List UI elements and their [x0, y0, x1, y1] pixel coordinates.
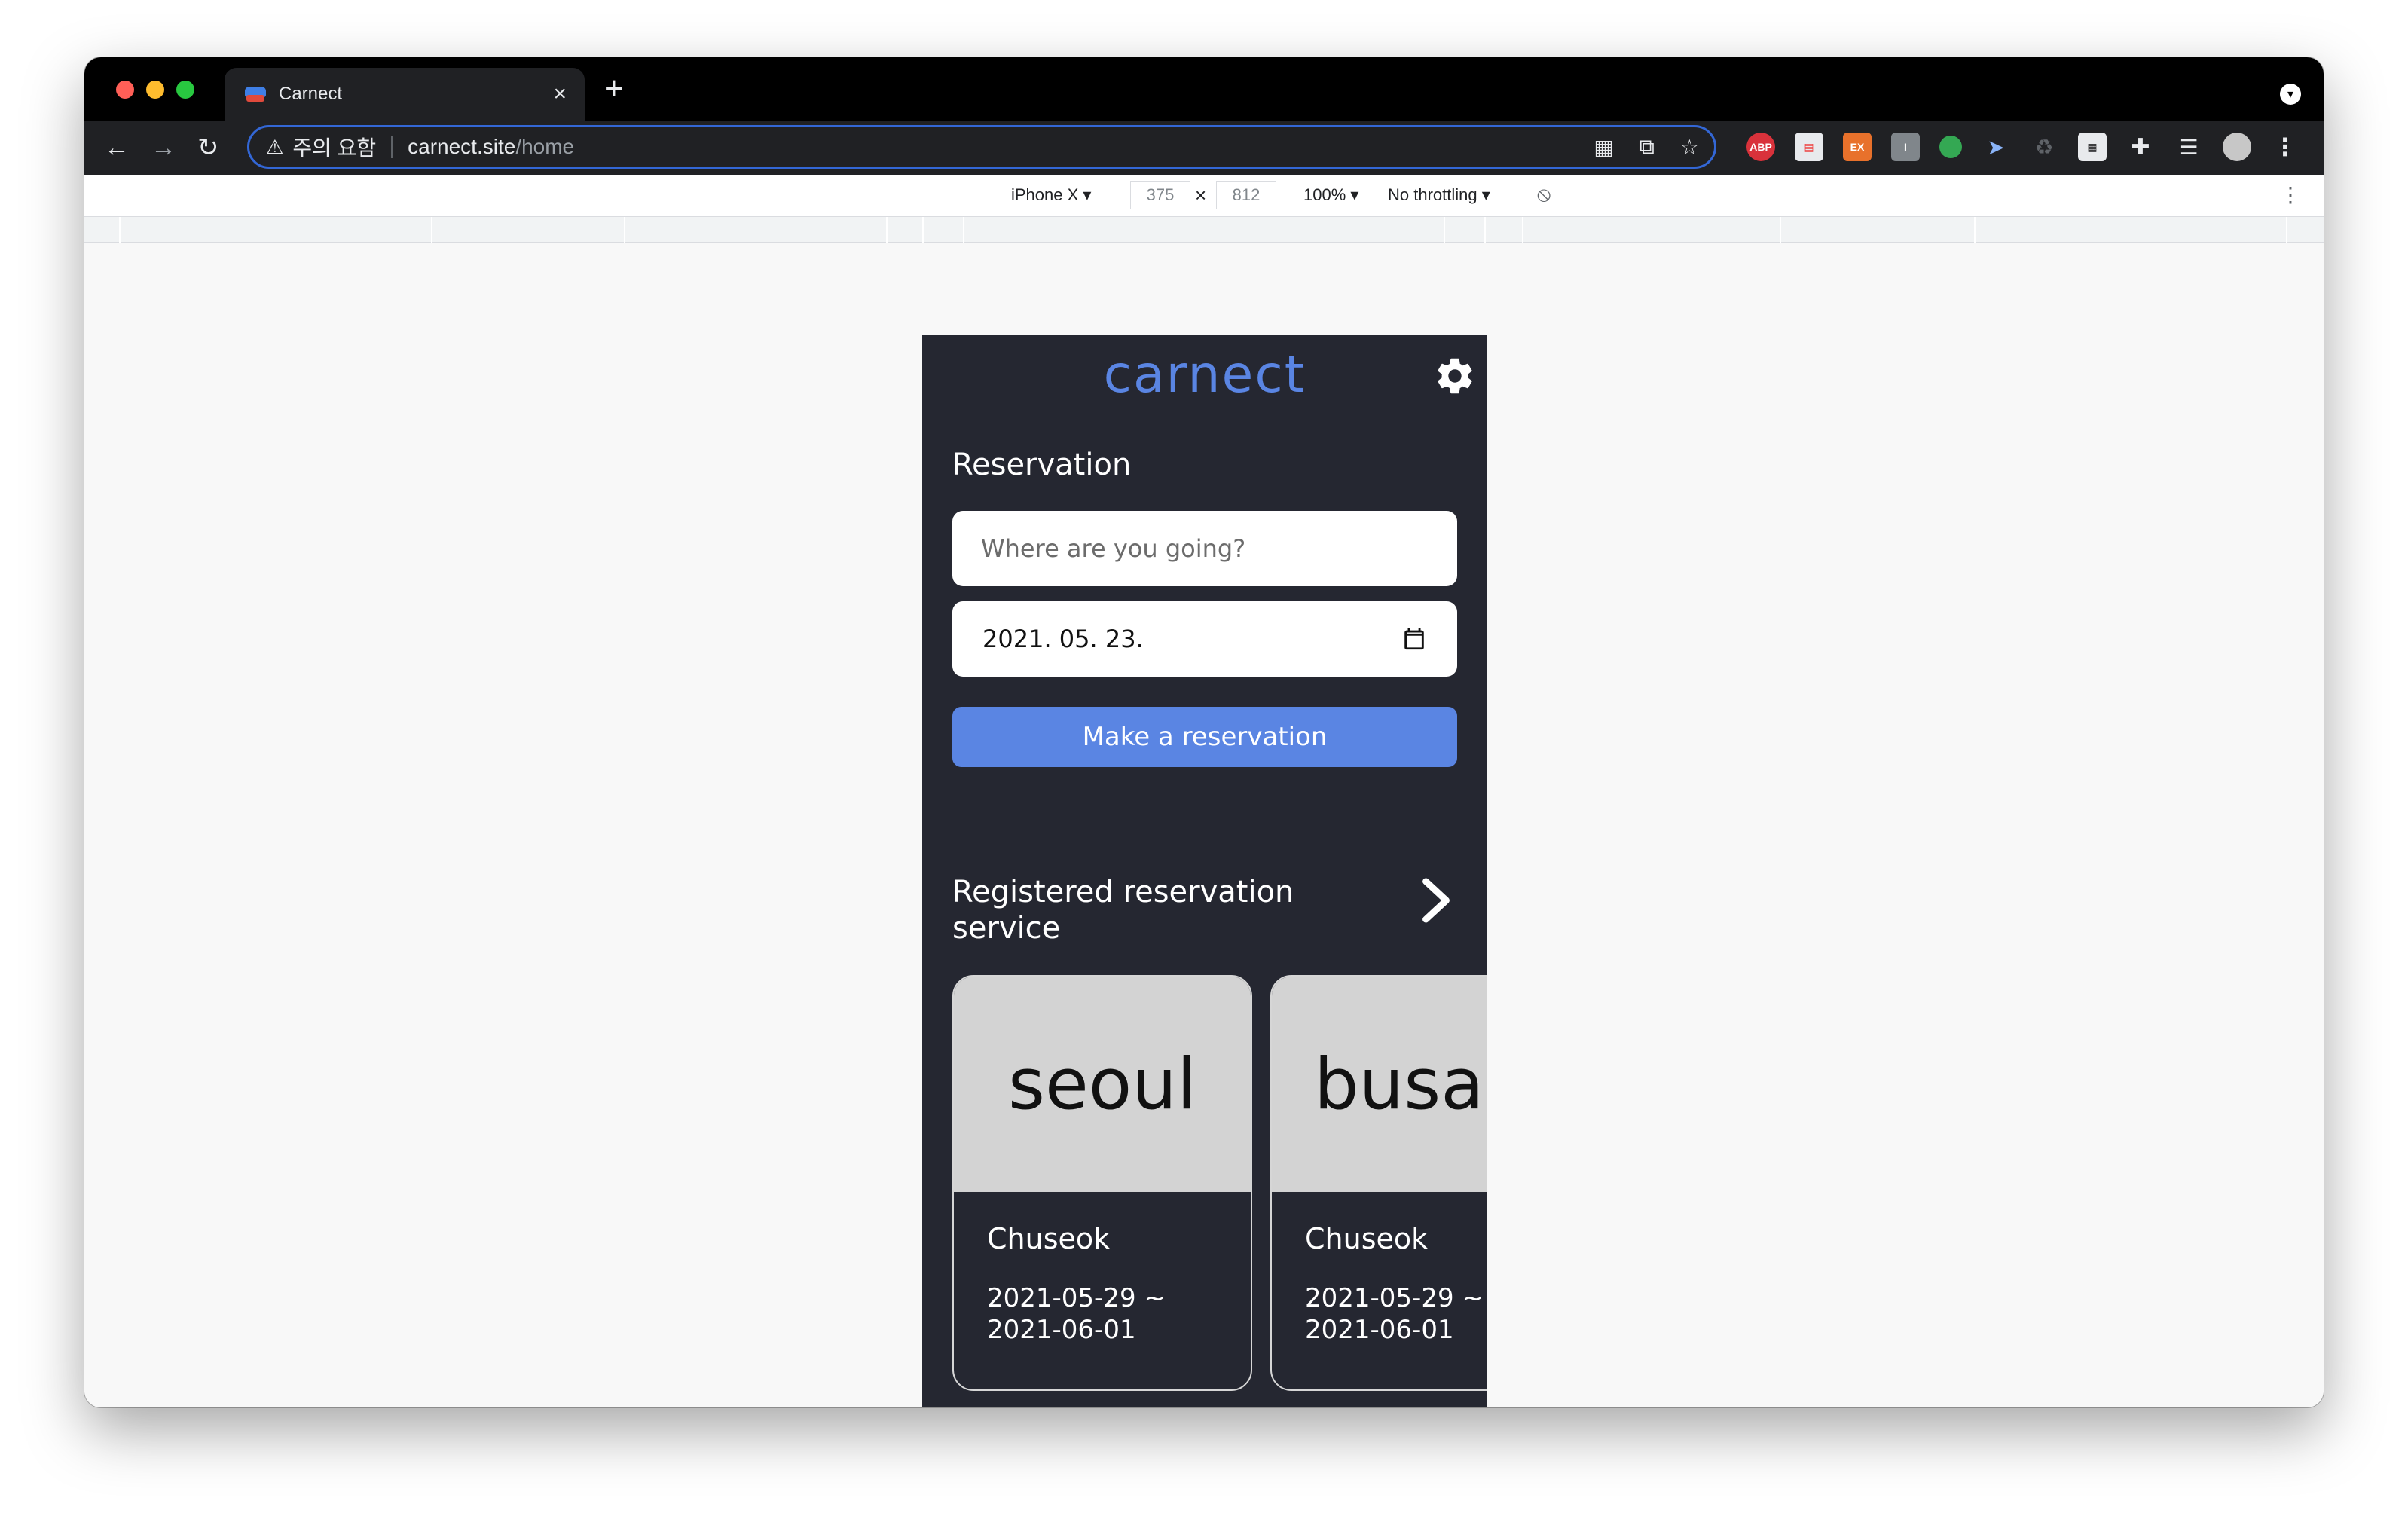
- card-title: Chuseok: [1305, 1222, 1429, 1255]
- card-dates: 2021-05-29 ~ 2021-06-01: [987, 1283, 1166, 1345]
- device-select[interactable]: iPhone X ▾: [1011, 185, 1091, 205]
- calendar-extension-icon[interactable]: ▤: [1795, 133, 1823, 161]
- gear-icon[interactable]: [1433, 354, 1477, 398]
- app-logo[interactable]: carnect: [922, 345, 1487, 405]
- translate-icon[interactable]: ⧉: [1639, 135, 1655, 160]
- address-divider: [391, 136, 393, 158]
- ruler-tick: [431, 217, 432, 243]
- reservation-cards: seoul Chuseok 2021-05-29 ~ 2021-06-01 bu…: [952, 975, 1487, 1391]
- date-value: 2021. 05. 23.: [982, 625, 1144, 653]
- minimize-window-button[interactable]: [146, 81, 164, 99]
- reload-icon[interactable]: ↻: [197, 131, 219, 164]
- browser-window: Carnect × + ▾ ← → ↻ ⚠ 주의 요함 carnect.site…: [84, 57, 2324, 1407]
- ruler-tick: [1974, 217, 1976, 243]
- adblock-extension-icon[interactable]: ABP: [1746, 133, 1775, 161]
- carnect-app: carnect Reservation 2021. 05. 23. Make a…: [922, 335, 1487, 1407]
- throttling-select[interactable]: No throttling ▾: [1388, 185, 1490, 205]
- ruler-tick: [886, 217, 888, 243]
- page-viewport: carnect Reservation 2021. 05. 23. Make a…: [84, 243, 2324, 1407]
- browser-toolbar: ← → ↻ ⚠ 주의 요함 carnect.site /home ▦ ⧉ ☆ A…: [84, 121, 2324, 175]
- card-dates: 2021-05-29 ~ 2021-06-01: [1305, 1283, 1484, 1345]
- cursor-extension-icon[interactable]: ➤: [1982, 133, 2010, 161]
- date-input[interactable]: 2021. 05. 23.: [952, 601, 1457, 677]
- device-toolbar: iPhone X ▾ 375 × 812 100% ▾ No throttlin…: [84, 175, 2324, 217]
- tab-strip: Carnect × + ▾: [84, 57, 2324, 121]
- reading-list-icon[interactable]: ☰: [2174, 133, 2203, 161]
- qr-code-icon[interactable]: ▦: [1594, 135, 1613, 160]
- url-host: carnect.site: [408, 135, 516, 158]
- url-path: /home: [515, 135, 575, 158]
- card-city: busa: [1272, 976, 1487, 1192]
- viewport-width-input[interactable]: 375: [1130, 181, 1190, 209]
- qr-extension-icon[interactable]: ▦: [2078, 133, 2107, 161]
- ruler-tick: [1780, 217, 1781, 243]
- reservation-heading: Reservation: [952, 448, 1132, 482]
- forward-arrow-icon[interactable]: →: [151, 131, 176, 164]
- make-reservation-button[interactable]: Make a reservation: [952, 707, 1457, 767]
- back-arrow-icon[interactable]: ←: [104, 131, 130, 164]
- ruler-tick: [1522, 217, 1523, 243]
- card-title: Chuseok: [987, 1222, 1111, 1255]
- security-status[interactable]: 주의 요함: [292, 132, 376, 162]
- registered-reservations-heading: Registered reservation service: [952, 875, 1294, 946]
- rotate-icon[interactable]: ⦸: [1537, 182, 1551, 207]
- tab-close-icon[interactable]: ×: [553, 83, 567, 105]
- address-bar-actions: ▦ ⧉ ☆: [1594, 135, 1699, 160]
- dimension-separator: ×: [1195, 184, 1207, 206]
- close-window-button[interactable]: [116, 81, 134, 99]
- chevron-right-icon[interactable]: [1418, 877, 1454, 924]
- ruler-tick: [119, 217, 121, 243]
- media-query-ruler[interactable]: [84, 217, 2324, 243]
- tab-carnect[interactable]: Carnect ×: [225, 68, 585, 121]
- maximize-window-button[interactable]: [176, 81, 194, 99]
- ruler-tick: [2286, 217, 2287, 243]
- new-tab-button[interactable]: +: [604, 72, 624, 105]
- reservation-card[interactable]: busa Chuseok 2021-05-29 ~ 2021-06-01: [1270, 975, 1487, 1391]
- ruler-tick: [963, 217, 964, 243]
- puzzle-extensions-icon[interactable]: ✚: [2126, 133, 2155, 161]
- zoom-select[interactable]: 100% ▾: [1303, 185, 1358, 205]
- tab-title: Carnect: [279, 84, 343, 104]
- address-bar[interactable]: ⚠ 주의 요함 carnect.site /home ▦ ⧉ ☆: [247, 125, 1716, 169]
- extensions-bar: ABP ▤ EX I ➤ ♻ ▦ ✚ ☰ ⋮: [1746, 133, 2300, 161]
- reservation-card[interactable]: seoul Chuseok 2021-05-29 ~ 2021-06-01: [952, 975, 1252, 1391]
- ruler-tick: [1444, 217, 1445, 243]
- viewport-height-input[interactable]: 812: [1216, 181, 1276, 209]
- info-extension-icon[interactable]: I: [1891, 133, 1920, 161]
- car-favicon-icon: [243, 84, 268, 104]
- ruler-tick: [624, 217, 625, 243]
- profile-avatar-icon[interactable]: [2223, 133, 2251, 161]
- green-dot-extension-icon[interactable]: [1939, 136, 1962, 158]
- card-city: seoul: [954, 976, 1251, 1192]
- bookmark-star-icon[interactable]: ☆: [1680, 135, 1699, 160]
- warning-icon[interactable]: ⚠: [266, 136, 283, 159]
- ruler-tick: [1484, 217, 1486, 243]
- ex-extension-icon[interactable]: EX: [1843, 133, 1872, 161]
- ruler-tick: [922, 217, 924, 243]
- device-toolbar-menu-icon[interactable]: ⋮: [2280, 182, 2301, 207]
- destination-input[interactable]: [952, 511, 1457, 586]
- tab-search-icon[interactable]: ▾: [2280, 84, 2301, 105]
- recycle-extension-icon[interactable]: ♻: [2030, 133, 2058, 161]
- calendar-icon[interactable]: [1401, 626, 1427, 652]
- browser-menu-icon[interactable]: ⋮: [2271, 133, 2300, 161]
